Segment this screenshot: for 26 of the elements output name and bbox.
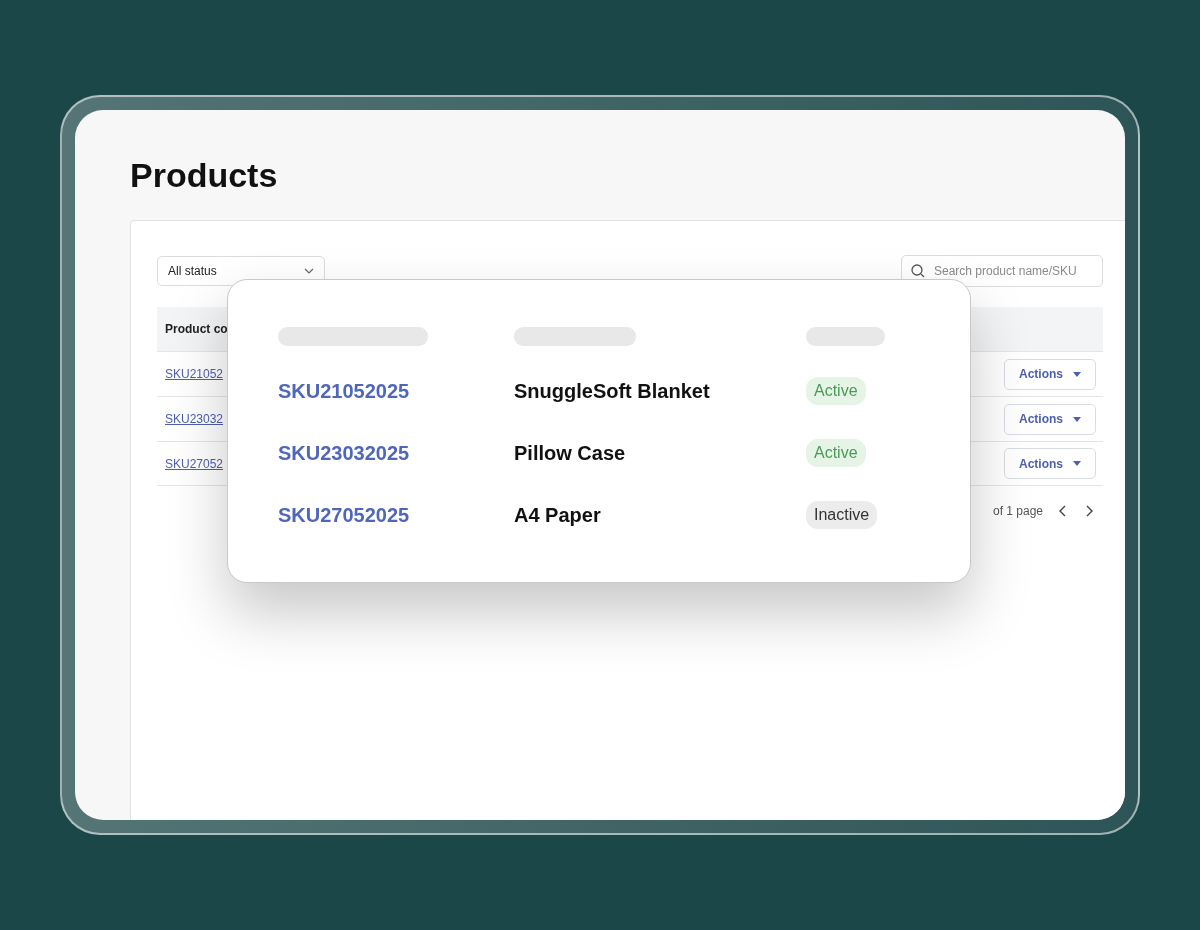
caret-icon [1073,416,1081,422]
search-field[interactable]: Search product name/SKU [901,255,1103,287]
chevron-down-icon [304,268,314,274]
sku-link[interactable]: SKU21052025 [278,376,410,406]
caret-icon [1073,461,1081,466]
status-badge: Active [806,439,866,467]
status-badge: Active [806,377,866,405]
product-name: A4 Paper [514,503,601,528]
sku-link[interactable]: SKU23032 [165,410,224,428]
product-name: SnuggleSoft Blanket [514,379,710,404]
pagination-text: of 1 page [992,503,1043,520]
sku-link[interactable]: SKU23032025 [278,438,410,468]
actions-button[interactable]: Actions [1004,403,1096,435]
chevron-right-icon [1085,505,1093,517]
column-header: Product co [165,321,228,338]
actions-button[interactable]: Actions [1004,358,1096,390]
sku-link[interactable]: SKU27052025 [278,500,410,530]
sku-link[interactable]: SKU27052 [165,454,224,473]
sku-link[interactable]: SKU21052 [165,365,224,383]
chevron-left-icon [1059,505,1067,517]
status-select[interactable]: All status [157,256,325,286]
actions-button[interactable]: Actions [1004,448,1096,479]
product-name: Pillow Case [514,441,626,466]
status-badge: Inactive [806,501,878,529]
page-title: Products [130,155,279,195]
caret-icon [1073,371,1081,377]
